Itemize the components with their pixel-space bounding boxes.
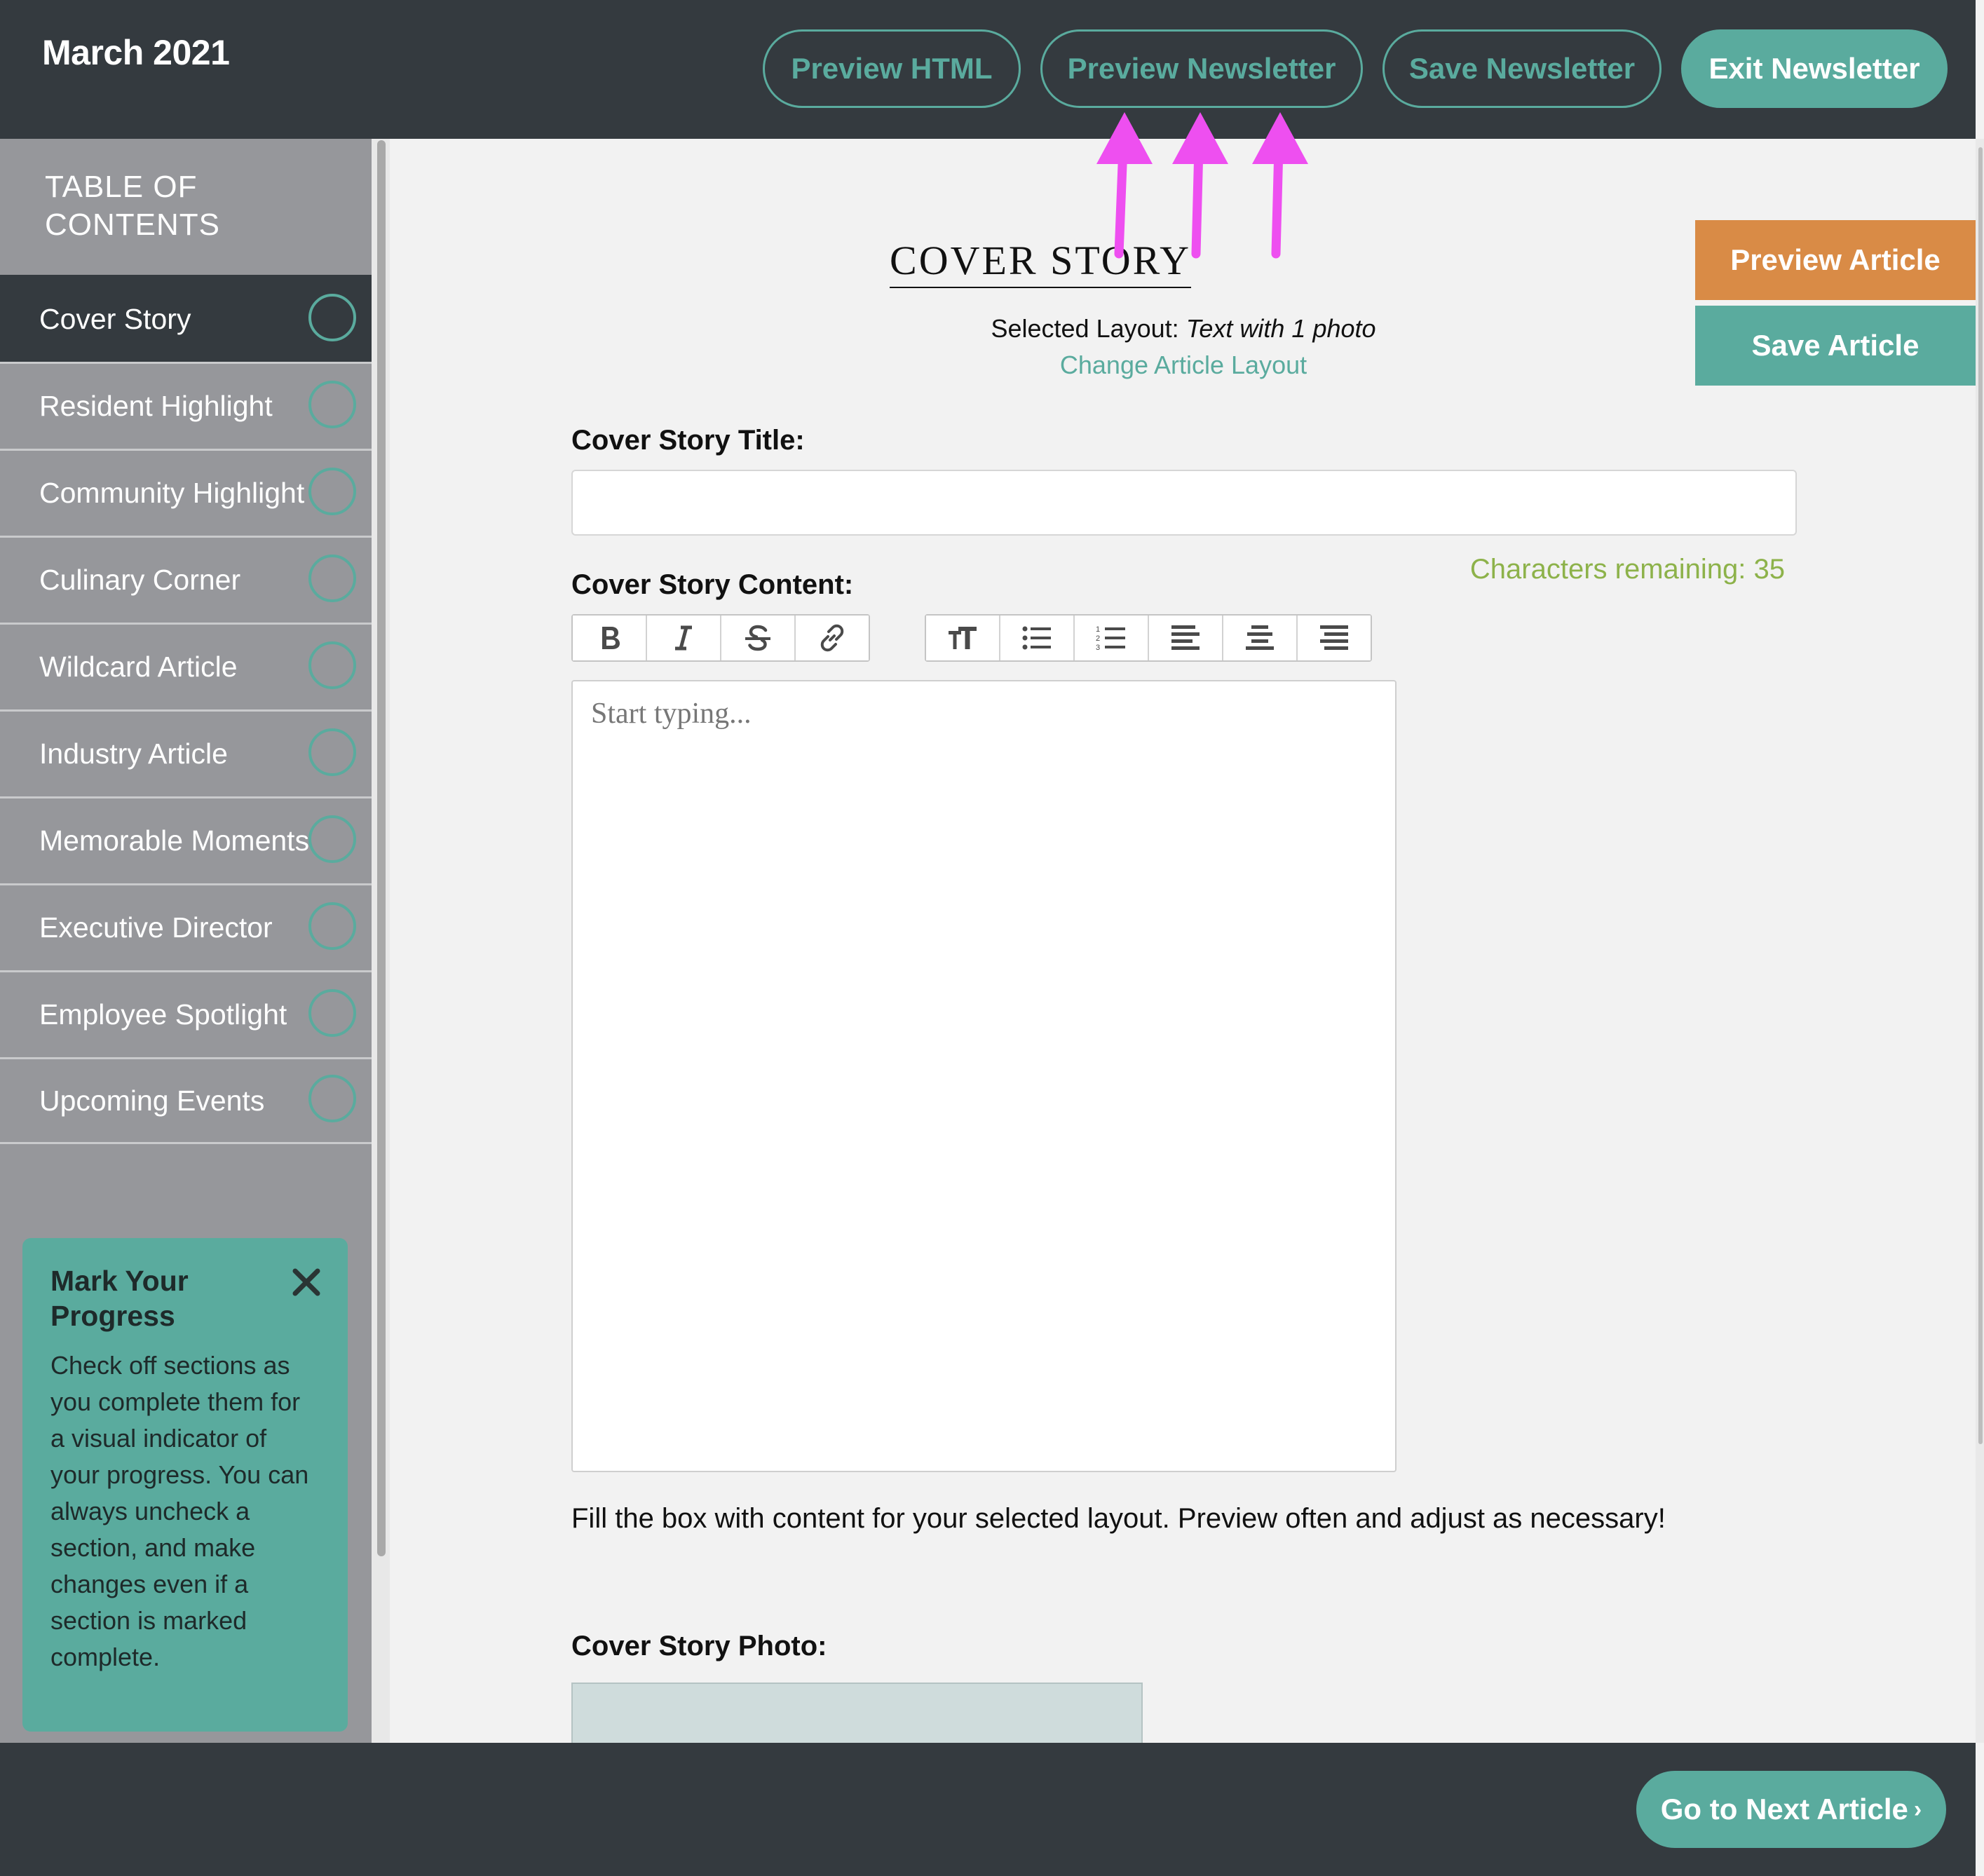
progress-checkbox[interactable] bbox=[308, 1075, 356, 1122]
toc-item-culinary-corner[interactable]: Culinary Corner bbox=[0, 536, 372, 623]
helper-text: Fill the box with content for your selec… bbox=[571, 1503, 1666, 1534]
newsletter-title: March 2021 bbox=[42, 33, 230, 72]
selected-layout: Selected Layout: Text with 1 photo bbox=[991, 314, 1376, 343]
align-center-button[interactable] bbox=[1223, 616, 1298, 660]
exit-newsletter-button[interactable]: Exit Newsletter bbox=[1681, 29, 1948, 108]
close-icon[interactable] bbox=[290, 1266, 322, 1298]
sidebar-scrollbar-thumb[interactable] bbox=[377, 140, 386, 1556]
paragraph-toolbar: 1 2 3 bbox=[925, 614, 1372, 662]
toc-item-executive-director[interactable]: Executive Director bbox=[0, 883, 372, 970]
title-field-label: Cover Story Title: bbox=[571, 425, 805, 456]
toc-item-label: Memorable Moments bbox=[39, 824, 310, 857]
content-editor[interactable]: Start typing... bbox=[571, 680, 1397, 1472]
svg-text:3: 3 bbox=[1096, 644, 1100, 652]
preview-newsletter-button[interactable]: Preview Newsletter bbox=[1040, 29, 1363, 108]
toc-item-label: Community Highlight bbox=[39, 477, 305, 509]
text-size-button[interactable] bbox=[926, 616, 1000, 660]
progress-checkbox[interactable] bbox=[308, 467, 356, 515]
editor-placeholder: Start typing... bbox=[591, 698, 752, 730]
text-size-icon bbox=[949, 627, 977, 649]
align-center-icon bbox=[1246, 625, 1274, 650]
tip-title: Mark Your Progress bbox=[50, 1265, 189, 1332]
format-toolbar bbox=[571, 614, 870, 662]
toc-item-community-highlight[interactable]: Community Highlight bbox=[0, 449, 372, 536]
photo-field-label: Cover Story Photo: bbox=[571, 1631, 827, 1661]
progress-checkbox[interactable] bbox=[308, 293, 356, 341]
save-newsletter-button[interactable]: Save Newsletter bbox=[1382, 29, 1662, 108]
save-article-button[interactable]: Save Article bbox=[1695, 306, 1976, 386]
italic-icon bbox=[675, 625, 692, 651]
progress-checkbox[interactable] bbox=[308, 554, 356, 602]
toc-item-label: Cover Story bbox=[39, 303, 191, 335]
toc-item-label: Executive Director bbox=[39, 911, 273, 944]
numbered-list-button[interactable]: 1 2 3 bbox=[1075, 616, 1149, 660]
toc-item-resident-highlight[interactable]: Resident Highlight bbox=[0, 362, 372, 449]
progress-checkbox[interactable] bbox=[308, 380, 356, 428]
toc-item-upcoming-events[interactable]: Upcoming Events bbox=[0, 1057, 372, 1144]
link-button[interactable] bbox=[796, 616, 869, 660]
arrow-icon bbox=[1172, 112, 1228, 259]
progress-checkbox[interactable] bbox=[308, 815, 356, 863]
align-right-icon bbox=[1320, 625, 1348, 650]
bulleted-list-icon bbox=[1022, 626, 1051, 650]
toc-heading: TABLE OF CONTENTS bbox=[45, 170, 220, 242]
link-icon bbox=[820, 624, 844, 652]
preview-article-button[interactable]: Preview Article bbox=[1695, 220, 1976, 300]
align-left-icon bbox=[1171, 625, 1200, 650]
toc-item-label: Culinary Corner bbox=[39, 564, 241, 596]
toc-item-label: Industry Article bbox=[39, 738, 228, 770]
arrow-icon bbox=[1096, 112, 1153, 259]
bold-button[interactable] bbox=[573, 616, 647, 660]
toc-item-label: Resident Highlight bbox=[39, 390, 273, 422]
toc-item-label: Upcoming Events bbox=[39, 1084, 265, 1117]
toc-item-industry-article[interactable]: Industry Article bbox=[0, 709, 372, 796]
chevron-right-icon: › bbox=[1913, 1795, 1922, 1823]
toc-list: Cover Story Resident Highlight Community… bbox=[0, 275, 372, 1144]
toc-item-label: Wildcard Article bbox=[39, 651, 238, 683]
toc-item-wildcard-article[interactable]: Wildcard Article bbox=[0, 623, 372, 709]
progress-tip-card: Mark Your Progress Check off sections as… bbox=[22, 1238, 348, 1732]
strikethrough-button[interactable] bbox=[721, 616, 796, 660]
numbered-list-icon: 1 2 3 bbox=[1096, 625, 1125, 652]
tip-body: Check off sections as you complete them … bbox=[50, 1351, 309, 1671]
progress-checkbox[interactable] bbox=[308, 988, 356, 1037]
toc-item-employee-spotlight[interactable]: Employee Spotlight bbox=[0, 970, 372, 1057]
align-left-button[interactable] bbox=[1149, 616, 1223, 660]
svg-text:2: 2 bbox=[1096, 634, 1100, 643]
italic-button[interactable] bbox=[647, 616, 721, 660]
next-article-button[interactable]: Go to Next Article › bbox=[1636, 1771, 1946, 1848]
change-layout-link[interactable]: Change Article Layout bbox=[1060, 351, 1307, 380]
progress-checkbox[interactable] bbox=[308, 728, 356, 776]
annotation-arrows bbox=[1096, 112, 1308, 259]
align-right-button[interactable] bbox=[1298, 616, 1371, 660]
characters-remaining: Characters remaining: 35 bbox=[1469, 554, 1785, 585]
arrow-icon bbox=[1252, 112, 1308, 259]
progress-checkbox[interactable] bbox=[308, 902, 356, 950]
svg-text:1: 1 bbox=[1096, 625, 1100, 634]
strikethrough-icon bbox=[745, 625, 770, 651]
preview-html-button[interactable]: Preview HTML bbox=[763, 29, 1021, 108]
bulleted-list-button[interactable] bbox=[1000, 616, 1075, 660]
content-field-label: Cover Story Content: bbox=[571, 569, 854, 600]
progress-checkbox[interactable] bbox=[308, 641, 356, 689]
toc-item-label: Employee Spotlight bbox=[39, 998, 287, 1031]
toc-item-cover-story[interactable]: Cover Story bbox=[0, 275, 372, 362]
toc-item-memorable-moments[interactable]: Memorable Moments bbox=[0, 796, 372, 883]
layout-name: Text with 1 photo bbox=[1185, 314, 1376, 343]
top-bar: March 2021 Preview HTML Preview Newslett… bbox=[0, 0, 1976, 139]
bold-icon bbox=[602, 627, 620, 649]
page-scrollbar-thumb[interactable] bbox=[1978, 147, 1983, 1444]
next-article-label: Go to Next Article bbox=[1660, 1793, 1908, 1826]
cover-story-title-input[interactable] bbox=[571, 470, 1797, 536]
